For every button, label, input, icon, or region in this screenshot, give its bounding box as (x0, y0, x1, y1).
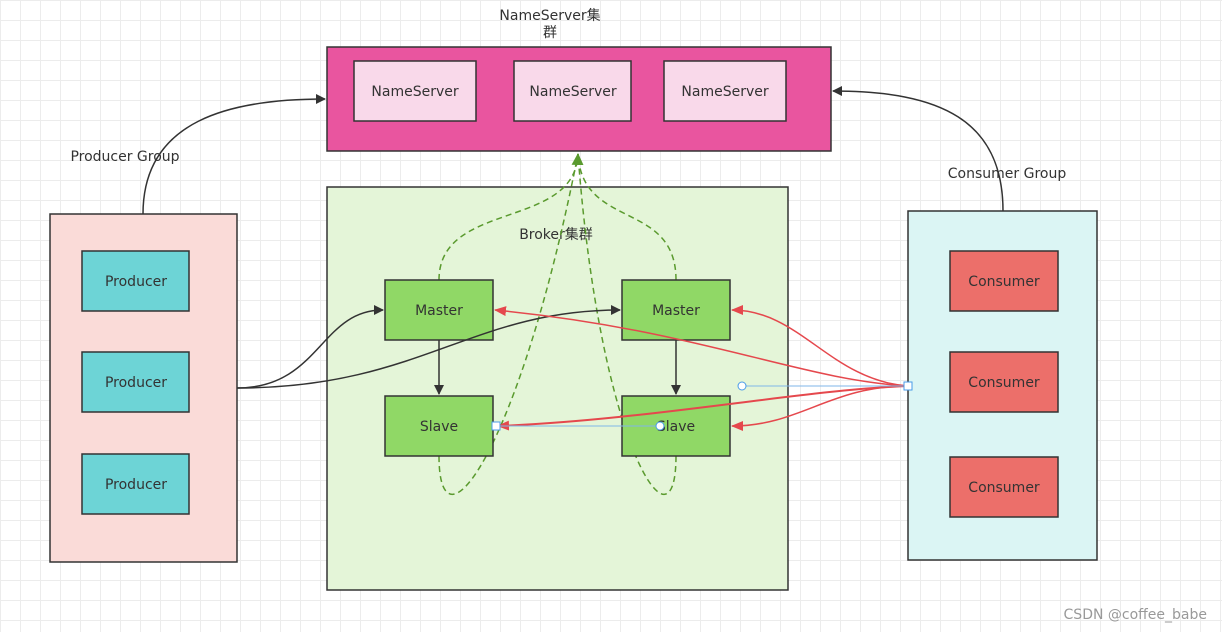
svg-text:Slave: Slave (420, 419, 458, 435)
broker-cluster[interactable]: Broker集群 (326, 186, 789, 591)
nameserver-cluster-title: NameServer集 (499, 7, 600, 24)
nameserver-box[interactable]: NameServer (663, 60, 787, 122)
svg-text:NameServer: NameServer (529, 84, 616, 100)
watermark: CSDN @coffee_babe (1064, 607, 1207, 623)
svg-text:NameServer: NameServer (681, 84, 768, 100)
producer-box[interactable]: Producer (81, 250, 190, 312)
consumer-group-label: Consumer Group (948, 166, 1067, 182)
nameserver-cluster-title-2: 群 (543, 25, 557, 41)
control-point-handle (737, 381, 747, 391)
svg-text:Master: Master (415, 303, 463, 319)
control-point-handle (655, 421, 665, 431)
svg-text:Consumer: Consumer (968, 274, 1040, 290)
master-box[interactable]: Master (384, 279, 494, 341)
producer-box[interactable]: Producer (81, 453, 190, 515)
endpoint-handle (491, 421, 501, 431)
svg-text:Producer: Producer (105, 274, 167, 290)
nameserver-box[interactable]: NameServer (513, 60, 632, 122)
consumer-box[interactable]: Consumer (949, 250, 1059, 312)
slave-box[interactable]: Slave (384, 395, 494, 457)
svg-text:Producer: Producer (105, 477, 167, 493)
nameserver-box[interactable]: NameServer (353, 60, 477, 122)
endpoint-handle (903, 381, 913, 391)
svg-text:NameServer: NameServer (371, 84, 458, 100)
producer-group-label: Producer Group (70, 149, 179, 165)
consumer-box[interactable]: Consumer (949, 351, 1059, 413)
diagram-canvas: NameServer集 群 NameServer NameServer Name… (49, 7, 1207, 623)
svg-text:Consumer: Consumer (968, 480, 1040, 496)
consumer-box[interactable]: Consumer (949, 456, 1059, 518)
broker-cluster-label: Broker集群 (519, 226, 593, 243)
producer-box[interactable]: Producer (81, 351, 190, 413)
svg-text:Producer: Producer (105, 375, 167, 391)
svg-text:Consumer: Consumer (968, 375, 1040, 391)
svg-text:Master: Master (652, 303, 700, 319)
